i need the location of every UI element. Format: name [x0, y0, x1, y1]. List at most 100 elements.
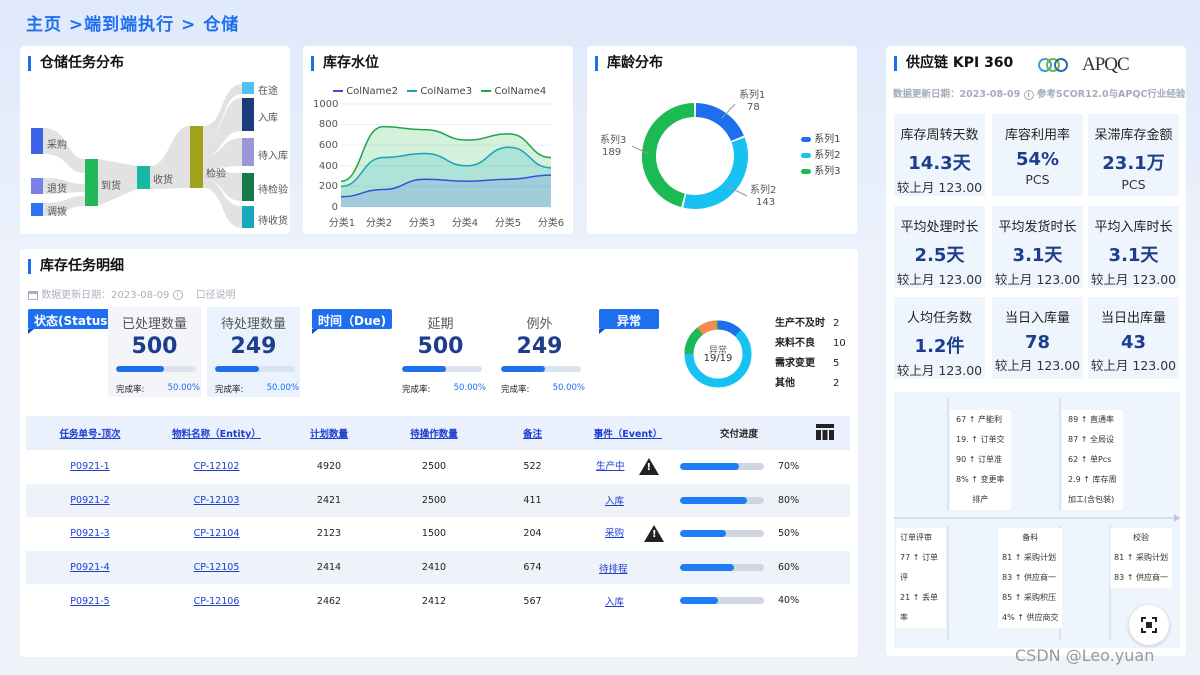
task-id-link[interactable]: P0921-1 [70, 461, 109, 472]
event-link[interactable]: 采购 [605, 528, 624, 539]
legend-item[interactable]: 系列3 [801, 164, 841, 180]
info-icon[interactable]: i [1023, 89, 1034, 100]
abnormal-list: 生产不及时 2 来料不良 10 需求变更 5 其他 2 [775, 314, 846, 394]
entity-link[interactable]: CP-12104 [194, 528, 240, 539]
legend-label: 系列3 [814, 166, 841, 177]
kpi-tile[interactable]: 当日入库量 78 较上月 123.00 [992, 297, 1083, 379]
kpi-sub: 较上月 123.00 [1090, 272, 1177, 287]
fishbone-item: 19. ↑ 订单交 [956, 435, 1005, 444]
table-row: P0921-4 CP-12105 2414 2410 674 待排程 60% [26, 550, 850, 585]
abnormal-item[interactable]: 其他 2 [775, 374, 839, 394]
event-link[interactable]: 入库 [605, 496, 624, 507]
fishbone-item: 8% ↑ 变更率 [956, 475, 1005, 484]
sankey-label: 收货 [153, 175, 173, 186]
abnormal-count-item: 5 [833, 358, 840, 369]
kpi-label: 人均任务数 [906, 311, 972, 326]
col-header[interactable]: 事件（Event） [576, 416, 680, 450]
fishbone-item: 67 ↑ 产能利 [956, 415, 1002, 424]
caliber-link[interactable]: 口径说明 [196, 290, 236, 301]
entity-link[interactable]: CP-12106 [194, 596, 240, 607]
kpi-label: 库容利用率 [1004, 128, 1070, 143]
kpi-tile[interactable]: 平均发货时长 3.1天 较上月 123.00 [992, 206, 1083, 288]
progress-bar [501, 366, 581, 372]
abnormal-item[interactable]: 来料不良 10 [775, 334, 846, 354]
note-cell: 522 [523, 461, 542, 473]
abnormal-item[interactable]: 需求变更 5 [775, 354, 839, 374]
kpi-value: 2.5天 [914, 245, 965, 266]
fishbone-branch: 备料 81 ↑ 采购计划 83 ↑ 供应商一 85 ↑ 采购积压 4% ↑ 供应… [998, 528, 1063, 628]
age-legend: 系列1 系列2 系列3 [801, 132, 841, 180]
rate-label: 完成率: [116, 385, 145, 395]
kpi-label: 平均处理时长 [900, 220, 979, 235]
legend-item[interactable]: 系列1 [801, 132, 841, 148]
fishbone-item: 90 ↑ 订单准 [956, 455, 1002, 464]
kpi-tile[interactable]: 库存周转天数 14.3天 较上月 123.00 [894, 114, 985, 196]
kpi-value: 3.1天 [1012, 245, 1063, 266]
stat-label: 待处理数量 [220, 317, 286, 332]
abnormal-name: 其他 [775, 378, 795, 389]
entity-link[interactable]: CP-12102 [194, 461, 240, 472]
abnormal-flag: 异常 [599, 309, 659, 334]
kpi-tile[interactable]: 当日出库量 43 较上月 123.00 [1088, 297, 1179, 379]
sankey-label: 在途 [258, 86, 278, 97]
event-link[interactable]: 生产中 [596, 461, 625, 472]
entity-link[interactable]: CP-12103 [194, 495, 240, 506]
kpi-value: 54% [1015, 149, 1060, 170]
fishbone-item: 83 ↑ 供应商一 [1114, 573, 1168, 582]
donut-label: 系列1 78 [739, 90, 765, 114]
col-header[interactable]: 备注 [489, 416, 576, 450]
task-table: 任务单号-顶次 物料名称（Entity） 计划数量 待操作数量 备注 事件（Ev… [26, 416, 850, 618]
donut-slice [683, 137, 748, 209]
col-header[interactable]: 任务单号-顶次 [26, 416, 154, 450]
sankey-card: 仓储任务分布 采购 退货 调拨 到货 收货 检验 在途 入库 待入库 待检验 待… [20, 46, 290, 234]
kpi-value: 78 [1024, 332, 1051, 353]
kpi-tile[interactable]: 平均入库时长 3.1天 较上月 123.00 [1088, 206, 1179, 288]
sankey-label: 采购 [47, 140, 67, 151]
info-icon[interactable]: i [172, 290, 183, 300]
task-id-link[interactable]: P0921-2 [70, 495, 109, 506]
progress-cell: 60% [680, 550, 850, 585]
event-link[interactable]: 待排程 [599, 564, 628, 575]
task-id-link[interactable]: P0921-4 [70, 562, 109, 573]
table-settings-icon[interactable] [800, 416, 850, 450]
kpi-sub: 较上月 123.00 [896, 272, 983, 287]
y-tick: 800 [318, 119, 338, 130]
kpi-tile[interactable]: 平均处理时长 2.5天较上月 123.00 [894, 206, 985, 288]
progress-bar [402, 366, 482, 372]
entity-link[interactable]: CP-12105 [194, 562, 240, 573]
fishbone-branch: 订单评审 77 ↑ 订单评 21 ↑ 丢单率 [896, 528, 946, 628]
legend-item[interactable]: 系列2 [801, 148, 841, 164]
x-tick: 分类4 [451, 218, 479, 229]
stat-value: 249 [230, 334, 277, 359]
donut-label: 系列3 189 [600, 135, 626, 159]
kpi-update: 数据更新日期：2023-08-09 i 参考SCOR12.0与APQC行业经验 [893, 86, 1185, 100]
event-link[interactable]: 入库 [605, 597, 624, 608]
kpi-tile[interactable]: 呆滞库存金额 23.1万 PCS [1088, 114, 1179, 196]
kpi-title: 供应链 KPI 360 [894, 56, 1013, 71]
sankey-label: 待入库 [258, 151, 288, 162]
pending-cell: 2500 [379, 483, 489, 518]
col-header[interactable]: 物料名称（Entity） [154, 416, 279, 450]
task-id-link[interactable]: P0921-5 [70, 596, 109, 607]
kpi-tile[interactable]: 库容利用率 54% PCS [992, 114, 1083, 196]
legend-label: 系列2 [814, 150, 841, 161]
col-header[interactable]: 计划数量 [279, 416, 379, 450]
col-header: 交付进度 [680, 416, 800, 450]
y-tick: 600 [318, 140, 338, 151]
task-id-link[interactable]: P0921-3 [70, 528, 109, 539]
fullscreen-button[interactable] [1129, 605, 1169, 645]
progress-text: 60% [778, 561, 800, 573]
warning-icon [638, 458, 659, 476]
abnormal-item[interactable]: 生产不及时 2 [775, 314, 839, 334]
breadcrumb[interactable]: 主页 >端到端执行 > 仓储 [26, 10, 239, 35]
kpi-sub: PCS [1121, 177, 1146, 192]
kpi-value: 23.1万 [1102, 153, 1165, 174]
kpi-label: 呆滞库存金额 [1094, 128, 1173, 143]
apqc-logo: APQC [1082, 54, 1130, 75]
col-header[interactable]: 待操作数量 [379, 416, 489, 450]
kpi-tile[interactable]: 人均任务数 1.2件 较上月 123.00 [894, 297, 985, 379]
fishbone-item: 89 ↑ 直通率 [1068, 415, 1114, 424]
note-cell: 204 [523, 528, 542, 540]
table-header-row: 任务单号-顶次 物料名称（Entity） 计划数量 待操作数量 备注 事件（Ev… [26, 416, 850, 450]
fishbone-item: 83 ↑ 供应商一 [1002, 573, 1056, 582]
